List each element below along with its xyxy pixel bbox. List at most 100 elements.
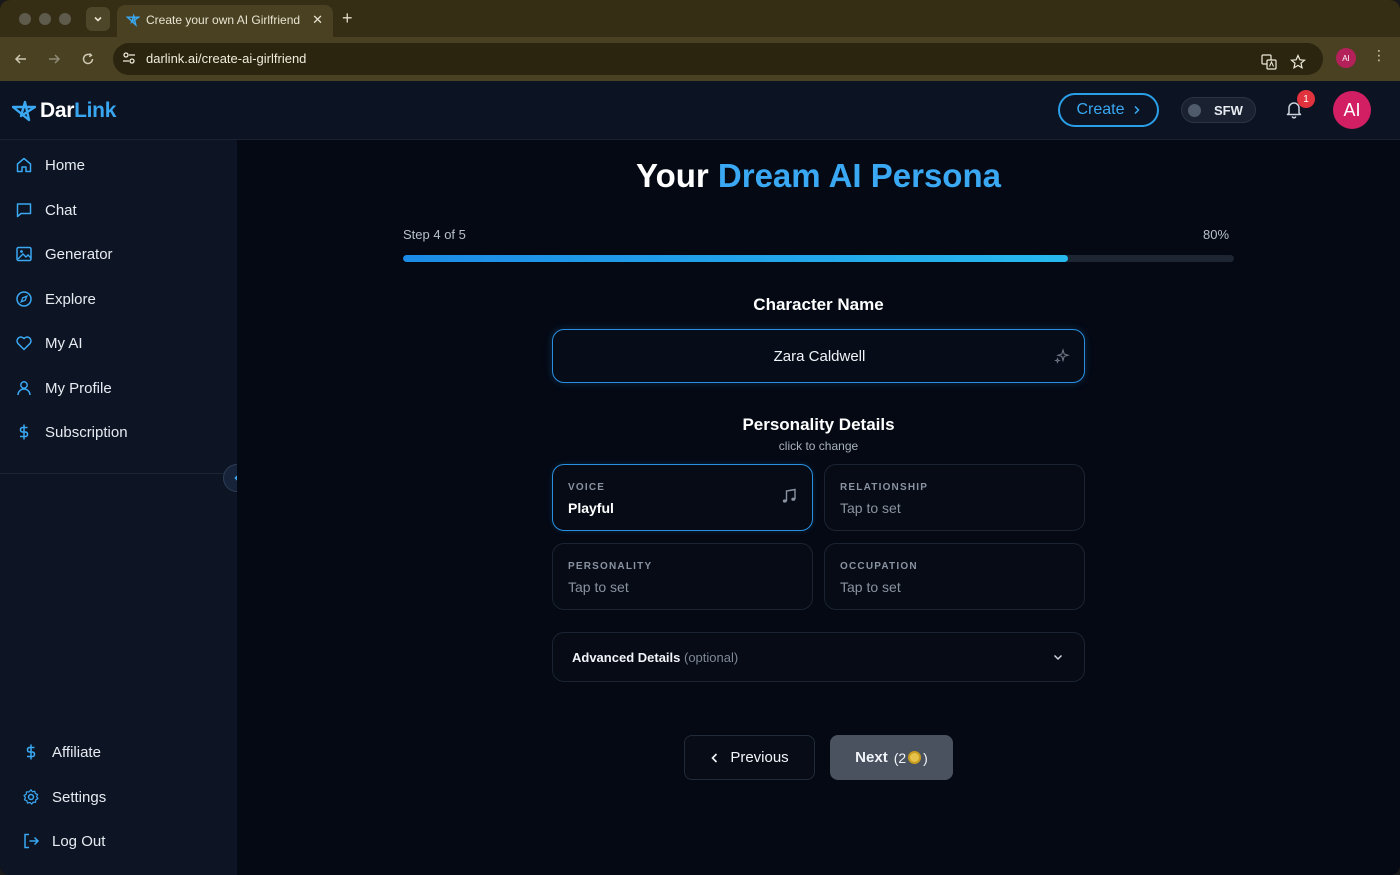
character-name-field[interactable] (552, 329, 1085, 383)
occupation-card[interactable]: OCCUPATION Tap to set (824, 543, 1085, 610)
sfw-label: SFW (1214, 103, 1243, 118)
new-tab-icon[interactable]: + (342, 8, 353, 28)
advanced-details-title: Advanced Details (572, 650, 681, 665)
sidebar-item-label: My Profile (45, 379, 112, 397)
sidebar-item-log-out[interactable]: Log Out (22, 829, 105, 853)
reload-icon[interactable] (78, 49, 98, 69)
forward-icon[interactable] (44, 49, 64, 69)
back-icon[interactable] (11, 49, 31, 69)
create-button-label: Create (1076, 101, 1125, 118)
sidebar-item-label: Affiliate (52, 743, 101, 761)
advanced-details-accordion[interactable]: Advanced Details (optional) (552, 632, 1085, 682)
sidebar-item-explore[interactable]: Explore (15, 287, 96, 311)
sidebar-item-subscription[interactable]: Subscription (15, 420, 128, 444)
sidebar-item-label: Generator (45, 245, 113, 263)
logo-text-link: Link (74, 99, 117, 122)
page-title-accent: Dream AI Persona (717, 157, 1001, 194)
sidebar-divider (0, 473, 237, 474)
create-button[interactable]: Create (1058, 93, 1159, 127)
browser-profile-avatar[interactable]: AI (1336, 48, 1356, 68)
darlink-favicon-icon (126, 13, 140, 27)
user-avatar[interactable]: AI (1333, 91, 1371, 129)
sidebar-item-label: Chat (45, 201, 77, 219)
next-cost-close: ) (923, 749, 928, 766)
browser-tab-active[interactable]: Create your own AI Girlfriend ✕ (117, 5, 333, 37)
tab-close-icon[interactable]: ✕ (312, 12, 323, 28)
chevron-down-icon (94, 16, 102, 22)
translate-icon[interactable] (1261, 54, 1277, 70)
chevron-down-icon (1053, 654, 1063, 661)
toggle-knob (1188, 104, 1201, 117)
sidebar: Home Chat Generator Explore My AI My Pro… (0, 140, 251, 875)
image-icon (16, 246, 32, 262)
app-header: DarLink Create SFW 1 AI (0, 81, 1400, 140)
card-caption: VOICE (568, 482, 606, 493)
sidebar-item-generator[interactable]: Generator (15, 242, 113, 266)
sidebar-item-label: Log Out (52, 832, 106, 850)
close-window-icon[interactable] (19, 13, 31, 25)
character-name-heading: Character Name (753, 295, 884, 314)
chat-icon (16, 203, 32, 218)
progress-bar (403, 255, 1234, 262)
user-icon (17, 381, 31, 396)
logout-icon (24, 833, 40, 849)
sidebar-item-label: Home (45, 156, 86, 174)
chevron-left-icon (711, 752, 718, 763)
sidebar-item-affiliate[interactable]: Affiliate (22, 740, 101, 764)
card-value: Tap to set (840, 500, 901, 516)
sidebar-item-my-profile[interactable]: My Profile (15, 376, 112, 400)
card-caption: RELATIONSHIP (840, 482, 929, 493)
bookmark-star-icon[interactable] (1290, 54, 1306, 70)
page-title: Your Dream AI Persona (237, 157, 1400, 195)
address-bar[interactable]: darlink.ai/create-ai-girlfriend (113, 43, 1323, 75)
tab-strip: Create your own AI Girlfriend ✕ + (0, 0, 1400, 37)
next-cost: (2) (894, 750, 928, 766)
music-note-icon (782, 488, 796, 503)
next-button-label: Next (855, 749, 888, 766)
progress-percent: 80% (1203, 227, 1230, 242)
url-text: darlink.ai/create-ai-girlfriend (146, 51, 307, 66)
page-title-prefix: Your (636, 157, 718, 194)
minimize-window-icon[interactable] (39, 13, 51, 25)
notification-badge: 1 (1297, 90, 1315, 108)
maximize-window-icon[interactable] (59, 13, 71, 25)
card-value: Tap to set (840, 579, 901, 595)
previous-button[interactable]: Previous (684, 735, 815, 780)
home-icon (16, 157, 32, 173)
browser-window: Create your own AI Girlfriend ✕ + darlin… (0, 0, 1400, 875)
coin-icon (908, 751, 922, 764)
sidebar-item-home[interactable]: Home (15, 153, 85, 177)
sidebar-item-chat[interactable]: Chat (15, 198, 77, 222)
relationship-card[interactable]: RELATIONSHIP Tap to set (824, 464, 1085, 531)
dollar-icon (19, 424, 29, 440)
personality-details-subtitle: click to change (778, 439, 859, 453)
sidebar-item-label: Subscription (45, 423, 128, 441)
browser-menu-icon[interactable]: ⋮ (1372, 47, 1386, 64)
step-indicator: Step 4 of 5 (403, 227, 466, 242)
sidebar-item-settings[interactable]: Settings (22, 785, 106, 809)
tab-search-button[interactable] (86, 7, 110, 31)
dollar-icon (26, 744, 36, 760)
site-info-icon[interactable] (121, 50, 137, 66)
compass-icon (16, 291, 32, 307)
sidebar-item-label: My AI (45, 334, 83, 352)
previous-button-label: Previous (730, 749, 789, 766)
next-button[interactable]: Next (2) (830, 735, 953, 780)
sfw-toggle[interactable]: SFW (1181, 97, 1256, 123)
sparkle-icon[interactable] (1054, 348, 1070, 364)
voice-card[interactable]: VOICE Playful (552, 464, 813, 531)
card-caption: OCCUPATION (840, 561, 918, 572)
darlink-logo[interactable]: DarLink (12, 99, 116, 123)
character-name-input[interactable] (593, 330, 1046, 382)
progress-fill (403, 255, 1068, 262)
main-content: Your Dream AI Persona Step 4 of 5 80% Ch… (237, 140, 1400, 875)
personality-card[interactable]: PERSONALITY Tap to set (552, 543, 813, 610)
chevron-right-icon (1133, 105, 1140, 115)
card-caption: PERSONALITY (568, 561, 653, 572)
advanced-details-label: Advanced Details (optional) (572, 650, 738, 665)
tab-title: Create your own AI Girlfriend (146, 13, 301, 27)
star-logo-icon (12, 100, 36, 122)
sidebar-item-my-ai[interactable]: My AI (15, 331, 83, 355)
sidebar-item-label: Settings (52, 788, 107, 806)
gear-icon (23, 789, 39, 805)
